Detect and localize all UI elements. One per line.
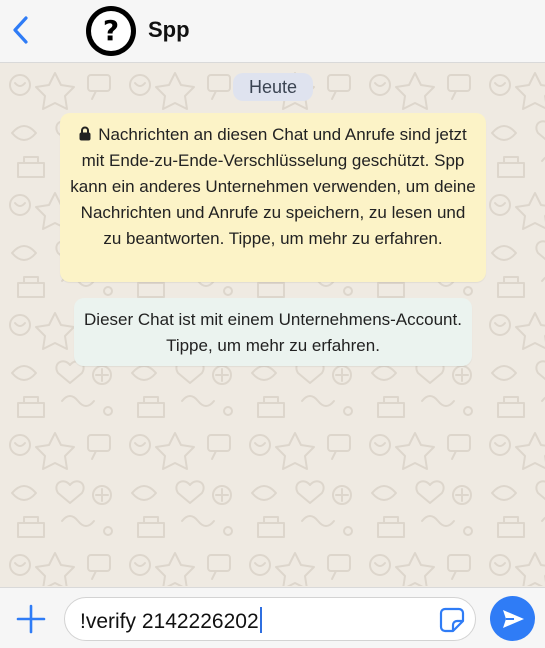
- avatar-glyph: ?: [102, 14, 120, 47]
- back-button[interactable]: [6, 12, 34, 48]
- avatar[interactable]: ?: [86, 6, 136, 56]
- encryption-notice-text: Nachrichten an diesen Chat und Anrufe si…: [70, 125, 476, 248]
- message-input[interactable]: !verify 2142226202: [64, 597, 476, 641]
- message-input-text: !verify 2142226202: [80, 610, 259, 633]
- send-button[interactable]: [490, 596, 535, 641]
- sticker-icon[interactable]: [439, 607, 465, 633]
- composer-bar: !verify 2142226202: [0, 587, 545, 648]
- message-input-value[interactable]: !verify 2142226202: [80, 607, 262, 634]
- chat-area: Heute Nachrichten an diesen Chat und Anr…: [0, 63, 545, 586]
- chat-header: ? Spp: [0, 0, 545, 63]
- text-caret: [259, 607, 262, 633]
- contact-name[interactable]: Spp: [148, 17, 190, 43]
- business-notice-text: Dieser Chat ist mit einem Unternehmens-A…: [84, 310, 462, 355]
- encryption-notice[interactable]: Nachrichten an diesen Chat und Anrufe si…: [60, 113, 486, 282]
- plus-icon: [16, 604, 46, 634]
- send-icon: [502, 609, 524, 628]
- date-chip: Heute: [233, 73, 313, 101]
- attach-button[interactable]: [14, 602, 48, 636]
- chevron-left-icon: [13, 16, 28, 44]
- lock-icon: [79, 126, 91, 141]
- business-account-notice[interactable]: Dieser Chat ist mit einem Unternehmens-A…: [74, 298, 472, 366]
- question-mark-icon: ?: [91, 11, 131, 51]
